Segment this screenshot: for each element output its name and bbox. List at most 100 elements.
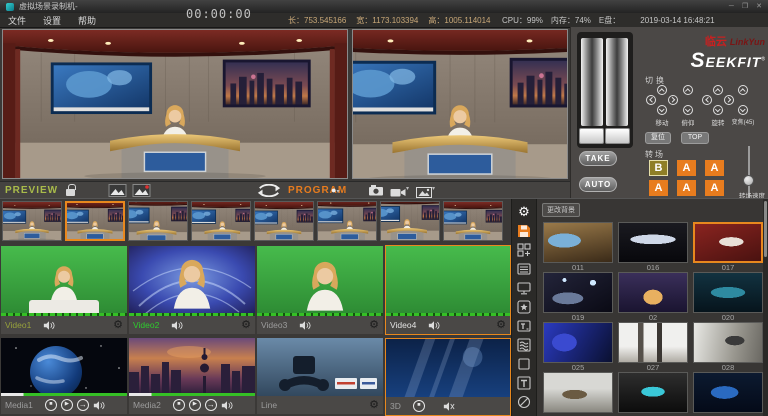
transition-button-b[interactable]: B <box>649 160 668 176</box>
picture-icon[interactable]: ▾ <box>416 185 438 196</box>
speaker-icon[interactable] <box>428 321 440 330</box>
lock-icon[interactable] <box>66 189 75 196</box>
video2-thumbnail[interactable] <box>129 246 255 316</box>
reset-button[interactable]: 复位 <box>645 132 671 144</box>
preview-monitor[interactable] <box>2 29 348 179</box>
scene-scrollbar-thumb[interactable] <box>764 201 767 257</box>
camera-angle-thumb-6[interactable] <box>317 201 377 241</box>
camera-icon[interactable] <box>368 185 384 196</box>
scene-item[interactable] <box>693 372 763 416</box>
toolbar-effects-button[interactable] <box>514 299 534 314</box>
transition-button-a1[interactable]: A <box>677 160 696 176</box>
speed-slider-handle[interactable] <box>743 175 754 186</box>
scene-item[interactable] <box>543 372 613 416</box>
video4-thumbnail[interactable] <box>386 246 510 316</box>
speaker-icon[interactable] <box>171 321 183 330</box>
scene-item-011[interactable]: 011 <box>543 222 613 272</box>
move-right-icon[interactable] <box>668 95 678 105</box>
gear-icon[interactable]: ⚙ <box>369 320 379 331</box>
scene-item-028[interactable]: 028 <box>693 322 763 372</box>
snapshot-icon[interactable] <box>108 184 127 197</box>
close-icon[interactable]: ✕ <box>756 0 762 13</box>
toolbar-monitor-button[interactable] <box>514 280 534 295</box>
source-panel-video2[interactable]: Video2 ⚙ <box>129 246 255 334</box>
source-panel-3d[interactable]: 3D ■ <box>385 338 511 416</box>
speaker-icon[interactable] <box>43 321 55 330</box>
gear-icon[interactable]: ⚙ <box>496 320 506 331</box>
menu-file[interactable]: 文件 <box>8 14 26 27</box>
scene-item-027[interactable]: 027 <box>618 322 688 372</box>
change-background-tab[interactable]: 更改背景 <box>542 203 580 217</box>
stop-icon[interactable]: ■ <box>413 400 425 412</box>
speaker-muted-icon[interactable] <box>443 402 455 411</box>
camera-angle-thumb-1[interactable] <box>2 201 62 241</box>
scene-item-02[interactable]: 02 <box>618 272 688 322</box>
t-bar-fader[interactable] <box>577 32 633 148</box>
source-panel-video3[interactable]: Video3 ⚙ <box>257 246 383 334</box>
media1-thumbnail[interactable] <box>1 338 127 396</box>
minimize-icon[interactable]: ─ <box>729 0 734 13</box>
scene-item-019[interactable]: 019 <box>543 272 613 322</box>
toolbar-save-button[interactable] <box>514 223 534 238</box>
transition-button-a3[interactable]: A <box>649 180 668 196</box>
speaker-icon[interactable] <box>221 401 233 410</box>
toolbar-disable-button[interactable] <box>514 394 534 409</box>
move-left-icon[interactable] <box>646 95 656 105</box>
gear-icon[interactable]: ⚙ <box>369 400 379 411</box>
camera-angle-thumb-8[interactable] <box>443 201 503 241</box>
snapshot-add-icon[interactable] <box>132 184 151 197</box>
rotate-down-icon[interactable] <box>713 105 723 115</box>
video3-thumbnail[interactable] <box>257 246 383 316</box>
toolbar-subtitle-button[interactable] <box>514 318 534 333</box>
gear-icon[interactable]: ⚙ <box>241 320 251 331</box>
maximize-icon[interactable]: ❐ <box>742 0 748 13</box>
scene-item-016[interactable]: 016 <box>618 222 688 272</box>
move-up-icon[interactable] <box>657 85 667 95</box>
toolbar-settings-button[interactable]: ⚙ <box>514 204 534 219</box>
camera-angle-thumb-7[interactable] <box>380 201 440 241</box>
video1-thumbnail[interactable] <box>1 246 127 316</box>
next-icon[interactable]: → <box>205 399 217 411</box>
camera-angle-thumb-3[interactable] <box>128 201 188 241</box>
next-icon[interactable]: → <box>77 399 89 411</box>
rotate-left-icon[interactable] <box>702 95 712 105</box>
camera-angle-thumb-4[interactable] <box>191 201 251 241</box>
3d-thumbnail[interactable] <box>386 339 510 397</box>
stop-icon[interactable]: ■ <box>45 399 57 411</box>
source-panel-media2[interactable]: Media2 ■ ▶ → <box>129 338 255 414</box>
toolbar-frame-button[interactable] <box>514 356 534 371</box>
camcorder-icon[interactable]: ▾ <box>390 185 412 196</box>
source-panel-video4[interactable]: Video4 ⚙ <box>385 245 511 335</box>
zoom-out-icon[interactable] <box>738 105 748 115</box>
zoom-in-icon[interactable] <box>738 85 748 95</box>
record-icon[interactable]: ●▾ <box>331 184 339 199</box>
camera-angle-thumb-5[interactable] <box>254 201 314 241</box>
gear-icon[interactable]: ⚙ <box>113 320 123 331</box>
toolbar-text-button[interactable] <box>514 375 534 390</box>
rotate-right-icon[interactable] <box>724 95 734 105</box>
transition-button-a4[interactable]: A <box>677 180 696 196</box>
source-panel-line[interactable]: Line ⚙ <box>257 338 383 414</box>
source-panel-video1[interactable]: Video1 ⚙ <box>1 246 127 334</box>
toolbar-layout-button[interactable] <box>514 242 534 257</box>
swap-transition-icon[interactable] <box>253 184 285 197</box>
program-monitor[interactable] <box>352 29 568 179</box>
tilt-up-icon[interactable] <box>683 85 693 95</box>
line-thumbnail[interactable] <box>257 338 383 396</box>
tilt-down-icon[interactable] <box>683 105 693 115</box>
take-button[interactable]: TAKE <box>579 151 617 166</box>
toolbar-layers-button[interactable] <box>514 337 534 352</box>
move-down-icon[interactable] <box>657 105 667 115</box>
menu-settings[interactable]: 设置 <box>43 14 61 27</box>
scene-item[interactable] <box>618 372 688 416</box>
play-icon[interactable]: ▶ <box>189 399 201 411</box>
rotate-up-icon[interactable] <box>713 85 723 95</box>
scene-item-020[interactable]: 020 <box>693 272 763 322</box>
play-icon[interactable]: ▶ <box>61 399 73 411</box>
scene-item-025[interactable]: 025 <box>543 322 613 372</box>
top-button[interactable]: TOP <box>681 132 709 144</box>
auto-button[interactable]: AUTO <box>579 177 617 192</box>
media2-thumbnail[interactable] <box>129 338 255 396</box>
t-bar-handle-left[interactable] <box>579 128 604 144</box>
camera-angle-thumb-2-selected[interactable] <box>65 201 125 241</box>
